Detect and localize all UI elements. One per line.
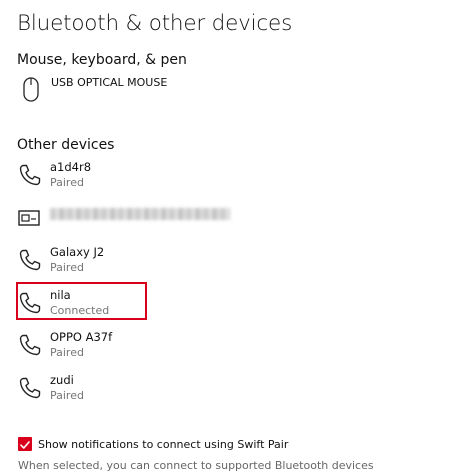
phone-icon	[19, 377, 41, 399]
swift-pair-label[interactable]: Show notifications to connect using Swif…	[38, 438, 288, 451]
phone-icon	[19, 249, 41, 271]
device-name: zudi	[50, 373, 74, 387]
device-name: Galaxy J2	[50, 245, 105, 259]
device-item-usb-optical-mouse[interactable]: USB OPTICAL MOUSE	[17, 75, 417, 105]
device-item-redacted[interactable]	[17, 203, 427, 241]
device-status: Paired	[50, 176, 84, 189]
checkmark-icon	[20, 441, 30, 449]
redacted-device-name	[50, 208, 230, 220]
device-item-a1d4r8[interactable]: a1d4r8 Paired	[17, 160, 427, 198]
swift-pair-checkbox[interactable]	[18, 437, 32, 451]
mouse-icon	[23, 77, 39, 102]
device-status: Paired	[50, 346, 84, 359]
device-item-oppo-a37f[interactable]: OPPO A37f Paired	[17, 330, 427, 368]
display-device-icon	[18, 210, 40, 226]
device-name: a1d4r8	[50, 160, 92, 174]
device-status: Paired	[50, 389, 84, 402]
device-name: USB OPTICAL MOUSE	[51, 76, 168, 89]
phone-icon	[19, 334, 41, 356]
page-title: Bluetooth & other devices	[17, 11, 293, 36]
device-item-galaxy-j2[interactable]: Galaxy J2 Paired	[17, 245, 427, 283]
section-title-other-devices: Other devices	[17, 137, 115, 153]
phone-icon	[19, 164, 41, 186]
device-item-zudi[interactable]: zudi Paired	[17, 373, 427, 411]
swift-pair-helper-text: When selected, you can connect to suppor…	[18, 459, 374, 472]
section-title-mouse-keyboard-pen: Mouse, keyboard, & pen	[17, 52, 187, 68]
device-status: Paired	[50, 261, 84, 274]
device-name: OPPO A37f	[50, 330, 113, 344]
highlight-box	[16, 282, 147, 320]
